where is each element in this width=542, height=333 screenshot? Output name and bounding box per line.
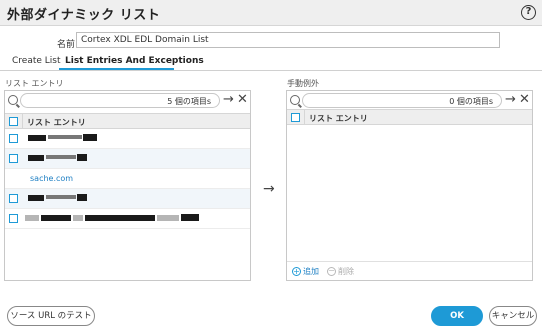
row-checkbox[interactable]	[9, 134, 18, 143]
footer-divider	[287, 261, 532, 262]
redacted-text	[28, 135, 46, 141]
redacted-text	[83, 134, 97, 141]
name-input[interactable]	[76, 32, 500, 48]
redacted-text	[46, 195, 76, 199]
header-divider	[304, 110, 305, 124]
exceptions-column-header: リスト エントリ	[309, 114, 368, 123]
row-checkbox[interactable]	[9, 194, 18, 203]
redacted-text	[85, 215, 155, 221]
list-entry-value: sache.com	[30, 174, 74, 183]
apply-filter-arrow-icon[interactable]: →	[223, 93, 234, 106]
cancel-button[interactable]: キャンセル	[489, 306, 537, 326]
delete-button: 削除	[338, 267, 354, 276]
redacted-text	[41, 215, 71, 221]
exceptions-count: 0 個の項目s	[449, 97, 493, 106]
redacted-text	[28, 195, 44, 201]
list-entries-section-label: リスト エントリ	[5, 79, 64, 88]
exceptions-panel: 0 個の項目s → ✕ リスト エントリ + 追加 − 削除	[286, 90, 533, 281]
apply-filter-arrow-icon[interactable]: →	[505, 93, 516, 106]
name-label: 名前	[57, 40, 76, 50]
clear-filter-close-icon[interactable]: ✕	[519, 93, 530, 106]
delete-icon: −	[327, 266, 336, 276]
move-to-exceptions-arrow-icon[interactable]: →	[263, 181, 275, 197]
clear-filter-close-icon[interactable]: ✕	[237, 93, 248, 106]
redacted-text	[77, 194, 87, 201]
list-entries-search-input[interactable]: 5 個の項目s	[20, 93, 220, 108]
list-entries-grid-header: リスト エントリ	[5, 113, 250, 129]
redacted-text	[28, 155, 44, 161]
exceptions-search-input[interactable]: 0 個の項目s	[302, 93, 502, 108]
list-entry-row[interactable]: sache.com	[5, 169, 250, 189]
search-icon-handle	[16, 103, 20, 108]
redacted-text	[46, 155, 76, 159]
list-entry-row[interactable]	[5, 149, 250, 169]
test-source-url-button[interactable]: ソース URL のテスト	[7, 306, 95, 326]
dialog-titlebar: 外部ダイナミック リスト ?	[0, 0, 542, 26]
redacted-text	[73, 215, 83, 221]
dialog-title: 外部ダイナミック リスト	[7, 8, 161, 23]
exceptions-grid-header: リスト エントリ	[287, 109, 532, 125]
select-all-checkbox[interactable]	[291, 113, 300, 122]
add-button[interactable]: 追加	[303, 266, 319, 277]
redacted-text	[48, 135, 82, 139]
ok-button[interactable]: OK	[431, 306, 483, 326]
redacted-text	[157, 215, 179, 221]
list-entry-row[interactable]	[5, 209, 250, 229]
header-divider	[22, 114, 23, 128]
select-all-checkbox[interactable]	[9, 117, 18, 126]
list-entries-column-header: リスト エントリ	[27, 118, 86, 127]
tab-create-list[interactable]: Create List	[12, 56, 61, 70]
list-entry-row[interactable]	[5, 129, 250, 149]
list-entry-row[interactable]	[5, 189, 250, 209]
search-icon-handle	[298, 103, 302, 108]
add-icon[interactable]: +	[292, 267, 301, 276]
tab-divider	[0, 70, 542, 71]
redacted-text	[77, 154, 87, 161]
row-checkbox[interactable]	[9, 214, 18, 223]
redacted-text	[181, 214, 199, 221]
help-icon[interactable]: ?	[521, 5, 536, 20]
redacted-text	[25, 215, 39, 221]
row-checkbox[interactable]	[9, 154, 18, 163]
list-entries-panel: 5 個の項目s → ✕ リスト エントリ sache.com	[4, 90, 251, 281]
list-entries-count: 5 個の項目s	[167, 97, 211, 106]
exceptions-section-label: 手動例外	[287, 79, 319, 88]
